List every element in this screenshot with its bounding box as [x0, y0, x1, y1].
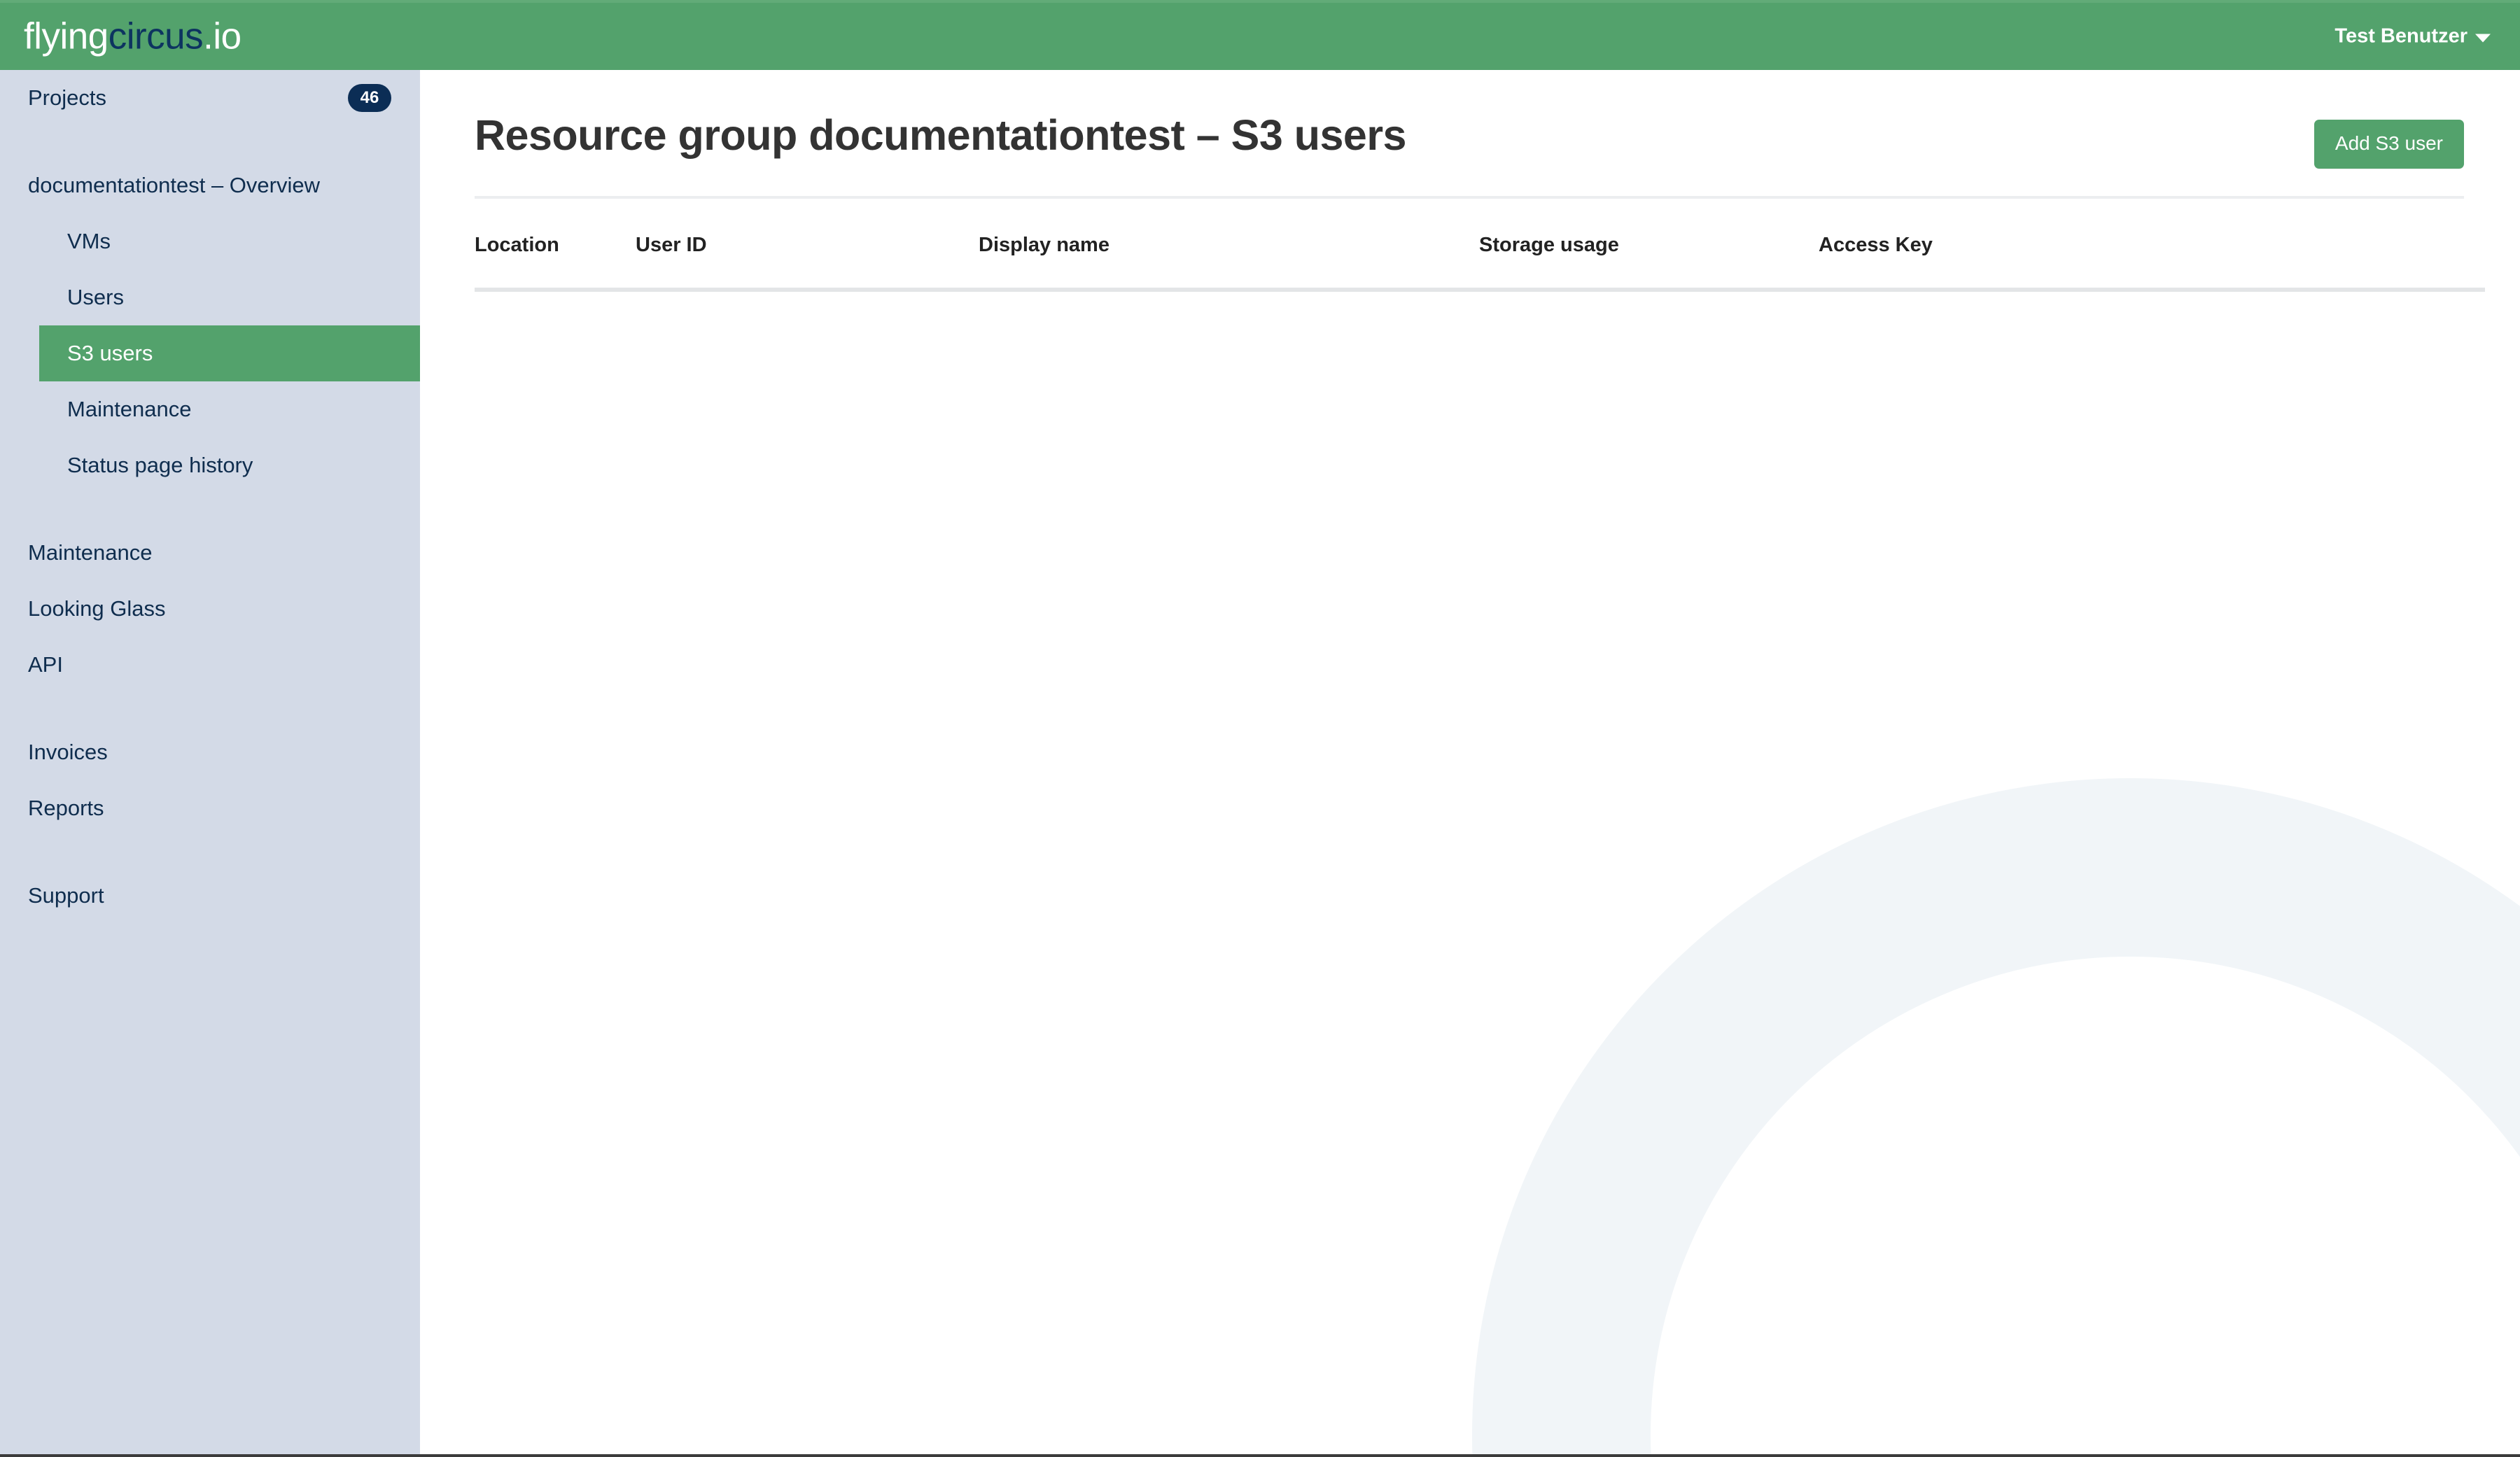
sidebar-item-projects-label: Projects [28, 85, 106, 110]
sidebar-group-label: documentationtest – Overview [28, 173, 320, 197]
sidebar-item-vms[interactable]: VMs [39, 213, 420, 269]
sidebar-item-invoices-label: Invoices [28, 740, 108, 764]
column-header-access-key[interactable]: Access Key [1819, 199, 2485, 292]
viewport-bottom-edge [0, 1454, 2520, 1457]
page-title: Resource group documentationtest – S3 us… [475, 111, 1406, 159]
sidebar-item-users[interactable]: Users [39, 269, 420, 325]
column-header-location[interactable]: Location [475, 199, 636, 292]
sidebar-item-s3-users-label: S3 users [67, 341, 153, 365]
sidebar-item-status-page-history[interactable]: Status page history [39, 437, 420, 493]
chevron-down-icon [2475, 34, 2491, 42]
user-menu-label: Test Benutzer [2334, 24, 2468, 48]
sidebar-item-invoices[interactable]: Invoices [0, 724, 420, 780]
sidebar-item-maintenance-label: Maintenance [28, 540, 153, 565]
sidebar: Projects 46 documentationtest – Overview… [0, 70, 420, 1454]
column-header-display-name[interactable]: Display name [979, 199, 1479, 292]
column-header-user-id[interactable]: User ID [636, 199, 979, 292]
add-s3-user-button[interactable]: Add S3 user [2314, 120, 2464, 169]
sidebar-item-looking-glass-label: Looking Glass [28, 596, 166, 621]
s3-users-table: Location User ID Display name Storage us… [475, 199, 2485, 292]
brand-part-io: .io [203, 15, 241, 57]
sidebar-group-documentationtest-overview[interactable]: documentationtest – Overview [0, 157, 420, 213]
sidebar-item-vms-label: VMs [67, 229, 111, 253]
sidebar-item-projects[interactable]: Projects 46 [0, 70, 420, 126]
sidebar-item-reports[interactable]: Reports [0, 780, 420, 836]
sidebar-item-api-label: API [28, 652, 63, 677]
brand-part-circus: circus [108, 15, 204, 57]
sidebar-item-looking-glass[interactable]: Looking Glass [0, 581, 420, 637]
table-header-row: Location User ID Display name Storage us… [475, 199, 2485, 292]
s3-users-table-head: Location User ID Display name Storage us… [475, 199, 2485, 292]
sidebar-item-support-label: Support [28, 883, 104, 908]
content-wrapper: Resource group documentationtest – S3 us… [420, 70, 2520, 292]
sidebar-item-api[interactable]: API [0, 637, 420, 693]
sidebar-item-reports-label: Reports [28, 796, 104, 820]
sidebar-item-maintenance[interactable]: Maintenance [0, 525, 420, 581]
decorative-ring-graphic [1472, 778, 2520, 1454]
sidebar-item-support[interactable]: Support [0, 868, 420, 924]
brand-part-flying: flying [24, 15, 108, 57]
sidebar-item-status-page-history-label: Status page history [67, 453, 253, 477]
page-header: Resource group documentationtest – S3 us… [475, 70, 2464, 169]
sidebar-item-maintenance-project[interactable]: Maintenance [39, 381, 420, 437]
app-page: flyingcircus.io Test Benutzer Projects 4… [0, 0, 2520, 1457]
main-content: Resource group documentationtest – S3 us… [420, 70, 2520, 1454]
user-menu[interactable]: Test Benutzer [2334, 25, 2491, 48]
column-header-storage-usage[interactable]: Storage usage [1479, 199, 1819, 292]
brand-logo[interactable]: flyingcircus.io [24, 18, 241, 55]
sidebar-item-maintenance-project-label: Maintenance [67, 397, 192, 421]
projects-count-badge: 46 [348, 84, 391, 112]
sidebar-item-s3-users[interactable]: S3 users [39, 325, 420, 381]
top-bar: flyingcircus.io Test Benutzer [0, 0, 2520, 70]
sidebar-item-users-label: Users [67, 285, 124, 309]
